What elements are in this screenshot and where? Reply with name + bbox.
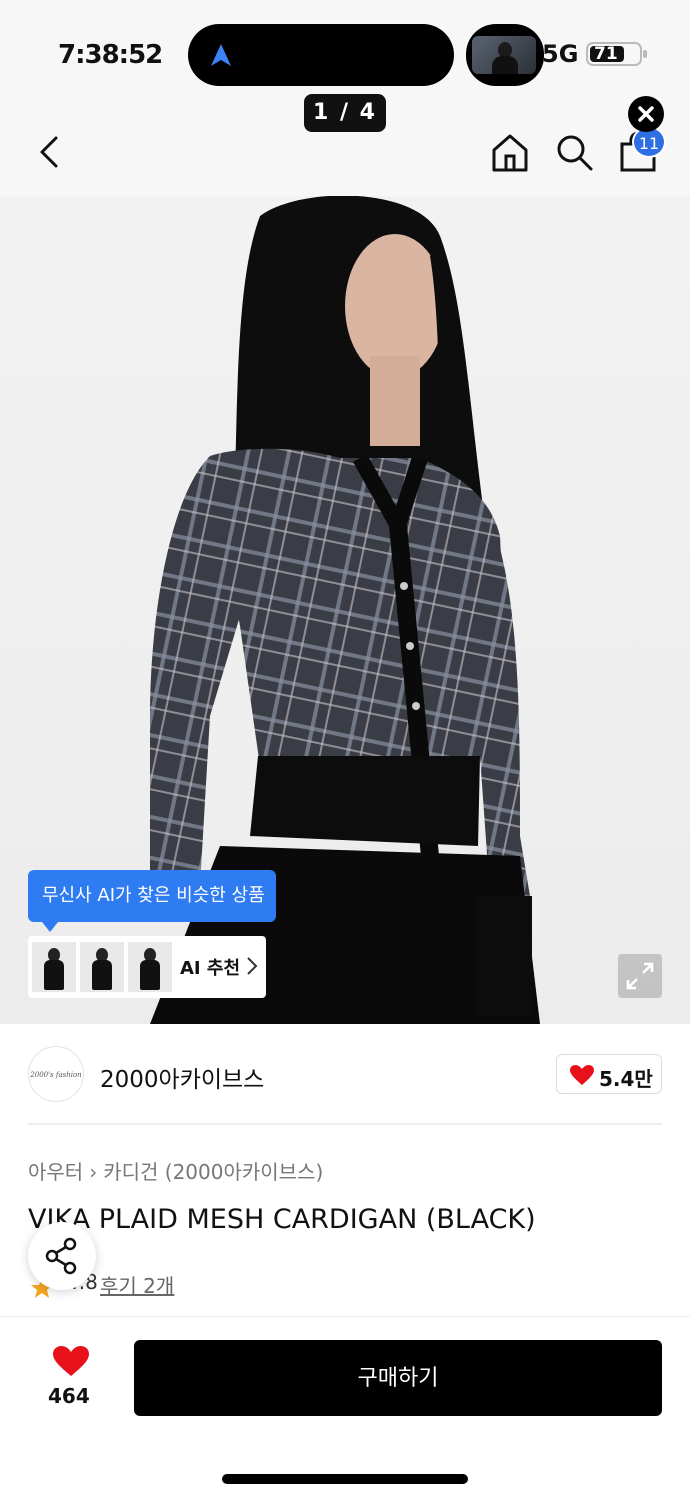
home-icon	[492, 134, 528, 172]
heart-icon	[570, 1065, 594, 1085]
search-icon	[557, 135, 593, 171]
review-count-link[interactable]: 후기 2개	[100, 1270, 174, 1299]
share-icon	[45, 1237, 77, 1275]
product-title: VIKA PLAID MESH CARDIGAN (BLACK)	[28, 1204, 536, 1235]
picture-in-picture-video[interactable]	[466, 24, 544, 86]
ai-recommend-button[interactable]: AI 추천	[28, 936, 266, 998]
home-indicator[interactable]	[222, 1474, 468, 1484]
expand-image-button[interactable]	[618, 954, 662, 998]
close-button[interactable]	[628, 96, 664, 132]
pip-thumbnail	[472, 36, 536, 74]
battery-icon: 71	[586, 42, 647, 66]
search-button[interactable]	[554, 130, 594, 174]
breadcrumb-subcategory[interactable]: 카디건 (2000아카이브스)	[103, 1160, 323, 1184]
brand-logo[interactable]: 2000's fashion	[28, 1046, 84, 1102]
brand-like-button[interactable]: 5.4만	[556, 1054, 662, 1094]
navigation-arrow-icon	[211, 44, 231, 66]
ai-recommend-label: AI 추천	[180, 958, 241, 979]
reco-thumbnail	[80, 942, 124, 992]
image-counter: 1 / 4	[304, 94, 386, 132]
heart-icon	[53, 1346, 89, 1376]
status-time: 7:38:52	[58, 40, 163, 70]
chevron-right-icon: ›	[89, 1160, 98, 1184]
reco-thumbnail	[32, 942, 76, 992]
ai-similar-banner[interactable]: 무신사 AI가 찾은 비슷한 상품	[28, 870, 276, 932]
battery-level: 71	[594, 44, 618, 64]
brand-like-count: 5.4만	[599, 1067, 653, 1091]
dynamic-island[interactable]	[188, 24, 454, 86]
expand-icon	[626, 962, 654, 990]
share-button[interactable]	[28, 1222, 96, 1290]
chevron-right-icon	[247, 957, 258, 975]
divider	[28, 1123, 662, 1125]
breadcrumb-category[interactable]: 아우터	[28, 1160, 83, 1184]
close-icon	[638, 106, 654, 122]
breadcrumb: 아우터 › 카디건 (2000아카이브스)	[28, 1156, 323, 1185]
brand-name[interactable]: 2000아카이브스	[100, 1060, 264, 1094]
reco-thumbnail	[128, 942, 172, 992]
status-bar: 7:38:52 5G 71	[0, 0, 690, 100]
buy-button[interactable]: 구매하기	[134, 1340, 662, 1416]
chevron-left-icon	[40, 136, 58, 168]
home-button[interactable]	[490, 130, 530, 174]
network-indicator: 5G	[542, 40, 579, 68]
favorite-count: 464	[48, 1384, 90, 1408]
back-button[interactable]	[30, 130, 70, 174]
